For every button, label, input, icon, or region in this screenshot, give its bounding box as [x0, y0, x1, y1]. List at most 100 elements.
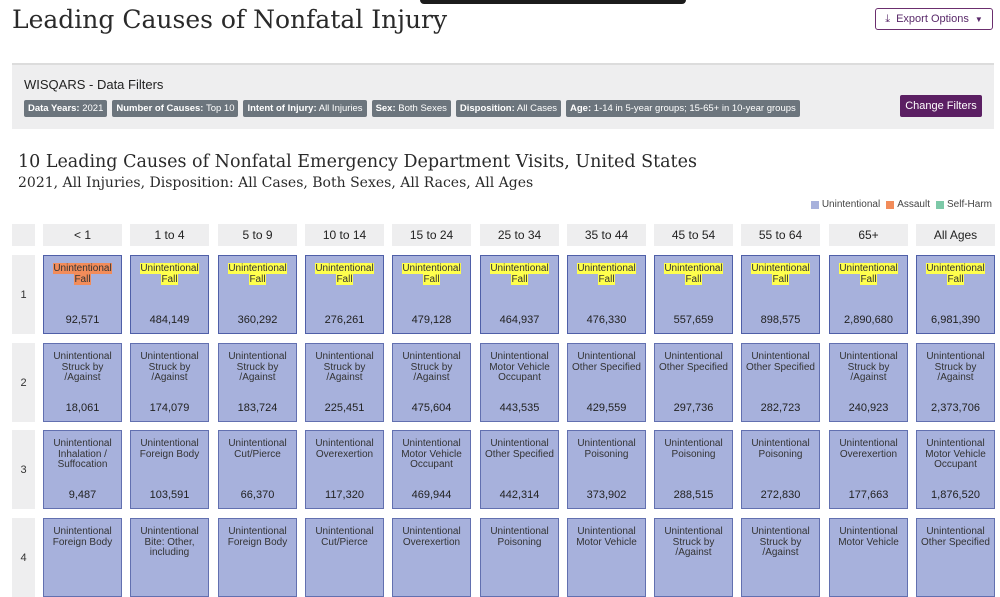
cause-label: Unintentional Struck by /Against [744, 526, 817, 559]
cause-count: 117,320 [325, 489, 364, 501]
filter-chip-value: All Injuries [316, 103, 363, 114]
cause-label: Unintentional Fall [744, 263, 817, 285]
cause-mechanism: Struck by /Against [934, 361, 977, 384]
cause-mechanism: Motor Vehicle Occupant [925, 448, 986, 471]
age-group-header: 25 to 34 [480, 224, 559, 246]
cause-cell[interactable]: Unintentional Fall 92,571 [43, 255, 122, 334]
cause-count: 464,937 [499, 314, 540, 326]
cause-cell[interactable]: Unintentional Overexertion 177,663 [829, 430, 908, 509]
cause-cell[interactable]: Unintentional Poisoning 373,902 [567, 430, 646, 509]
cause-cell[interactable]: Unintentional Overexertion [392, 518, 471, 597]
cause-intent: Unintentional [490, 263, 549, 274]
cause-cell[interactable]: Unintentional Other Specified 429,559 [567, 343, 646, 422]
cause-cell[interactable]: Unintentional Struck by /Against 240,923 [829, 343, 908, 422]
cause-cell[interactable]: Unintentional Motor Vehicle Occupant 443,5… [480, 343, 559, 422]
cause-count: 240,923 [848, 402, 889, 414]
cause-cell[interactable]: Unintentional Foreign Body 103,591 [130, 430, 209, 509]
cause-mechanism: Motor Vehicle Occupant [489, 361, 550, 384]
cause-cell[interactable]: Unintentional Poisoning [480, 518, 559, 597]
cause-intent: Unintentional [53, 351, 112, 362]
cause-label: Unintentional Motor Vehicle [832, 526, 905, 548]
change-filters-button[interactable]: Change Filters [900, 95, 982, 117]
cause-cell[interactable]: Unintentional Poisoning 288,515 [654, 430, 733, 509]
cause-cell[interactable]: Unintentional Other Specified [916, 518, 995, 597]
legend-swatch [935, 200, 944, 209]
cause-cell[interactable]: Unintentional Poisoning 272,830 [741, 430, 820, 509]
cause-cell[interactable]: Unintentional Struck by /Against [654, 518, 733, 597]
cause-label: Unintentional Motor Vehicle [570, 526, 643, 548]
cause-cell[interactable]: Unintentional Inhalation / Suffocation 9,4… [43, 430, 122, 509]
cause-cell[interactable]: Unintentional Fall 464,937 [480, 255, 559, 334]
cause-mechanism: Motor Vehicle [838, 536, 899, 548]
filter-chip-value: All Cases [514, 103, 558, 114]
cause-cell[interactable]: Unintentional Foreign Body [43, 518, 122, 597]
cause-cell[interactable]: Unintentional Fall 898,575 [741, 255, 820, 334]
cause-intent: Unintentional [53, 526, 112, 537]
age-group-header: 35 to 44 [567, 224, 646, 246]
cause-cell[interactable]: Unintentional Fall 557,659 [654, 255, 733, 334]
cause-cell[interactable]: Unintentional Other Specified 282,723 [741, 343, 820, 422]
cause-cell[interactable]: Unintentional Foreign Body [218, 518, 297, 597]
cause-intent: Unintentional [402, 438, 461, 449]
cause-cell[interactable]: Unintentional Fall 484,149 [130, 255, 209, 334]
cause-label: Unintentional Foreign Body [133, 438, 206, 460]
filter-chips: Data Years: 2021 Number of Causes: Top 10… [24, 100, 800, 117]
cause-label: Unintentional Fall [483, 263, 556, 285]
legend-label: Assault [897, 199, 930, 210]
cause-cell[interactable]: Unintentional Fall 2,890,680 [829, 255, 908, 334]
export-options-button[interactable]: ⤓ Export Options ▼ [875, 8, 993, 30]
cause-label: Unintentional Overexertion [308, 438, 381, 460]
cause-cell[interactable]: Unintentional Struck by /Against 225,451 [305, 343, 384, 422]
cause-cell[interactable]: Unintentional Fall 479,128 [392, 255, 471, 334]
filters-panel: WISQARS - Data Filters Data Years: 2021 N… [12, 63, 994, 129]
age-group-header: 45 to 54 [654, 224, 733, 246]
cause-cell[interactable]: Unintentional Motor Vehicle [567, 518, 646, 597]
cause-count: 225,451 [324, 402, 365, 414]
cause-cell[interactable]: Unintentional Fall 476,330 [567, 255, 646, 334]
cause-count: 177,663 [848, 489, 889, 501]
cause-label: Unintentional Other Specified [744, 351, 817, 373]
cause-mechanism: Motor Vehicle [576, 536, 637, 548]
cause-mechanism: Fall [423, 273, 440, 285]
rank-label: 3 [12, 430, 35, 509]
cause-cell[interactable]: Unintentional Struck by /Against [741, 518, 820, 597]
cause-cell[interactable]: Unintentional Struck by /Against 174,079 [130, 343, 209, 422]
cause-intent: Unintentional [53, 438, 112, 449]
cause-mechanism: Struck by /Against [236, 361, 279, 384]
browser-tab-strip [420, 0, 686, 4]
cause-label: Unintentional Fall [657, 263, 730, 285]
legend-label: Self-Harm [946, 199, 992, 210]
age-group-header: 65+ [829, 224, 908, 246]
cause-cell[interactable]: Unintentional Fall 6,981,390 [916, 255, 995, 334]
cause-cell[interactable]: Unintentional Struck by /Against 2,373,706 [916, 343, 995, 422]
cause-label: Unintentional Fall [919, 263, 992, 285]
cause-mechanism: Other Specified [921, 536, 990, 548]
filter-chip: Disposition: All Cases [455, 100, 562, 117]
cause-cell[interactable]: Unintentional Motor Vehicle [829, 518, 908, 597]
cause-cell[interactable]: Unintentional Other Specified 297,736 [654, 343, 733, 422]
cause-label: Unintentional Poisoning [570, 438, 643, 460]
cause-cell[interactable]: Unintentional Cut/Pierce 66,370 [218, 430, 297, 509]
cause-cell[interactable]: Unintentional Motor Vehicle Occupant 1,876… [916, 430, 995, 509]
filter-chip-key: Data Years: [28, 103, 80, 114]
cause-cell[interactable]: Unintentional Cut/Pierce [305, 518, 384, 597]
age-group-header: < 1 [43, 224, 122, 246]
cause-intent: Unintentional [315, 526, 374, 537]
cause-count: 1,876,520 [931, 489, 980, 501]
cause-cell[interactable]: Unintentional Overexertion 117,320 [305, 430, 384, 509]
cause-mechanism: Foreign Body [139, 448, 200, 460]
cause-cell[interactable]: Unintentional Bite: Other, including [130, 518, 209, 597]
cause-cell[interactable]: Unintentional Struck by /Against 183,724 [218, 343, 297, 422]
cause-label: Unintentional Motor Vehicle Occupant [395, 438, 468, 471]
cause-cell[interactable]: Unintentional Struck by /Against 475,604 [392, 343, 471, 422]
cause-count: 103,591 [149, 489, 190, 501]
cause-intent: Unintentional [228, 526, 287, 537]
age-group-header: 55 to 64 [741, 224, 820, 246]
cause-cell[interactable]: Unintentional Fall 360,292 [218, 255, 297, 334]
cause-cell[interactable]: Unintentional Struck by /Against 18,061 [43, 343, 122, 422]
cause-cell[interactable]: Unintentional Fall 276,261 [305, 255, 384, 334]
cause-cell[interactable]: Unintentional Other Specified 442,314 [480, 430, 559, 509]
cause-count: 475,604 [411, 402, 452, 414]
cause-cell[interactable]: Unintentional Motor Vehicle Occupant 469,9… [392, 430, 471, 509]
filter-chip-key: Age: [570, 103, 592, 114]
